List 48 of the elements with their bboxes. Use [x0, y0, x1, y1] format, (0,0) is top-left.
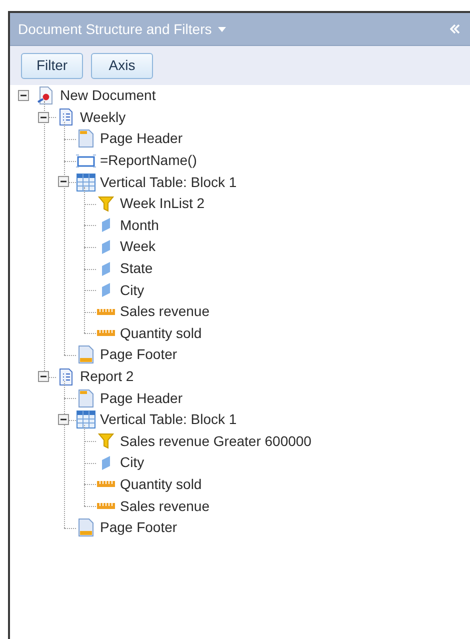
dimension-icon: [101, 282, 111, 298]
tree-node-label[interactable]: Week: [120, 236, 156, 258]
page-header-icon: [77, 129, 95, 148]
tree-node-label[interactable]: Sales revenue: [120, 301, 210, 322]
tree-node-label[interactable]: Weekly: [80, 106, 126, 128]
dimension-icon: [101, 217, 111, 234]
ruler-icon: [97, 329, 115, 338]
tree-node-label[interactable]: Page Footer: [100, 344, 178, 366]
report-page-icon: [58, 108, 74, 126]
tree-node-label[interactable]: =ReportName(): [100, 150, 197, 172]
dimension-icon: [101, 260, 111, 277]
tree-node-label[interactable]: Sales revenue Greater 600000: [120, 430, 312, 452]
collapse-toggle[interactable]: [58, 176, 69, 188]
collapse-toggle[interactable]: [38, 370, 49, 382]
tree-node-label[interactable]: Quantity sold: [120, 322, 202, 344]
table-icon: [76, 172, 96, 192]
collapse-toggle[interactable]: [58, 414, 69, 425]
tree-node-label[interactable]: Vertical Table: Block 1: [100, 172, 237, 193]
tree-node-label[interactable]: City: [120, 280, 144, 301]
collapse-toggle[interactable]: [18, 90, 29, 101]
toolbar-button[interactable]: Axis: [91, 52, 153, 78]
ruler-icon: [97, 502, 115, 510]
tree-node-label[interactable]: Vertical Table: Block 1: [100, 409, 237, 430]
dimension-icon: [101, 454, 111, 471]
dimension-icon: [101, 238, 111, 255]
tree-node-label[interactable]: Page Header: [100, 388, 183, 409]
ruler-icon: [97, 308, 115, 316]
page-header-icon: [77, 388, 95, 408]
tree-node-label[interactable]: Page Header: [100, 128, 183, 150]
tree-node-label[interactable]: Page Footer: [100, 517, 178, 538]
funnel-icon: [98, 196, 114, 212]
tree-node-label[interactable]: New Document: [60, 85, 156, 106]
cell-icon: [76, 154, 96, 168]
ruler-icon: [97, 480, 115, 488]
page-footer-icon: [77, 345, 95, 364]
collapse-toggle[interactable]: [38, 112, 49, 123]
tree-node-label[interactable]: Quantity sold: [120, 474, 202, 495]
tree-node-label[interactable]: Month: [120, 214, 159, 236]
table-icon: [76, 410, 96, 430]
tree-node-label[interactable]: State: [120, 258, 153, 280]
tree-node-label[interactable]: Report 2: [80, 366, 134, 388]
report-page-icon: [58, 368, 74, 386]
tree-node-label[interactable]: Week InList 2: [120, 193, 205, 214]
funnel-icon: [98, 433, 114, 450]
tree-node-label[interactable]: Sales revenue: [120, 496, 210, 517]
tree-node-label[interactable]: City: [120, 452, 144, 474]
toolbar-button[interactable]: Filter: [21, 52, 83, 78]
page-footer-icon: [77, 518, 95, 538]
